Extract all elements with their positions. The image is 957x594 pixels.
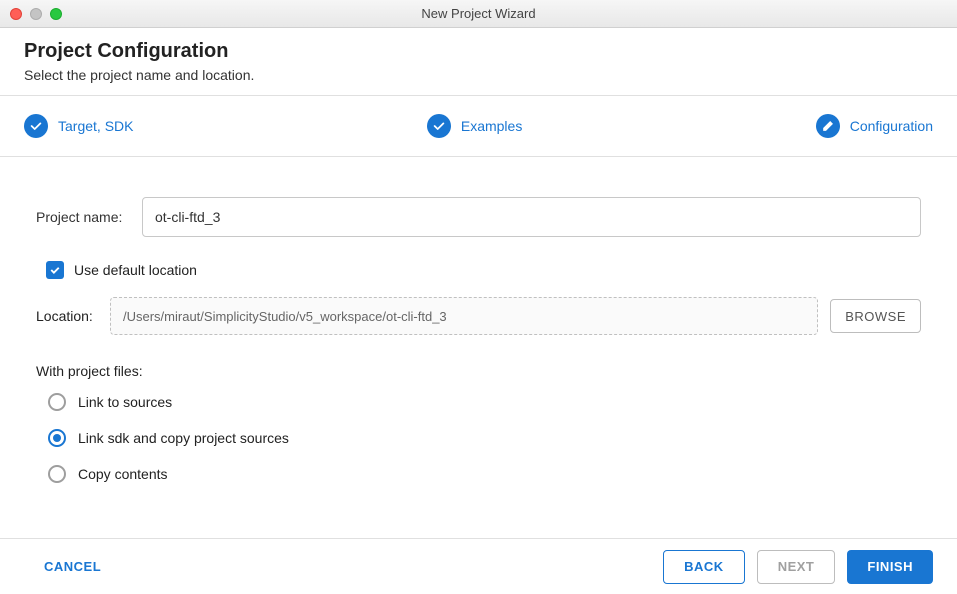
radio-copy-contents[interactable]: Copy contents xyxy=(48,465,921,483)
check-icon xyxy=(24,114,48,138)
project-name-row: Project name: xyxy=(36,197,921,237)
radio-unchecked-icon xyxy=(48,465,66,483)
finish-button[interactable]: FINISH xyxy=(847,550,933,584)
stepper: Target, SDK Examples Configuration xyxy=(0,96,957,157)
back-button[interactable]: BACK xyxy=(663,550,745,584)
page-title: Project Configuration xyxy=(24,40,933,63)
traffic-lights xyxy=(10,8,62,20)
browse-button[interactable]: BROWSE xyxy=(830,299,921,333)
location-label: Location: xyxy=(36,308,98,324)
footer: CANCEL BACK NEXT FINISH xyxy=(0,538,957,594)
checkbox-checked-icon[interactable] xyxy=(46,261,64,279)
location-value: /Users/miraut/SimplicityStudio/v5_worksp… xyxy=(123,309,447,324)
cancel-button[interactable]: CANCEL xyxy=(24,550,121,584)
step-label: Configuration xyxy=(850,118,933,134)
form-area: Project name: Use default location Locat… xyxy=(0,157,957,503)
header: Project Configuration Select the project… xyxy=(0,28,957,96)
pencil-icon xyxy=(816,114,840,138)
page-subtitle: Select the project name and location. xyxy=(24,67,933,83)
use-default-location-row[interactable]: Use default location xyxy=(46,261,921,279)
next-button: NEXT xyxy=(757,550,836,584)
window-title: New Project Wizard xyxy=(10,6,947,21)
step-examples[interactable]: Examples xyxy=(427,114,522,138)
radio-label: Link sdk and copy project sources xyxy=(78,430,289,446)
step-target-sdk[interactable]: Target, SDK xyxy=(24,114,133,138)
project-files-radio-group: Link to sources Link sdk and copy projec… xyxy=(36,393,921,483)
location-row: Location: /Users/miraut/SimplicityStudio… xyxy=(36,297,921,335)
radio-link-sdk-copy[interactable]: Link sdk and copy project sources xyxy=(48,429,921,447)
window-zoom-button[interactable] xyxy=(50,8,62,20)
window-minimize-button[interactable] xyxy=(30,8,42,20)
project-name-input[interactable] xyxy=(142,197,921,237)
with-project-files-label: With project files: xyxy=(36,363,921,379)
radio-checked-icon xyxy=(48,429,66,447)
use-default-location-label: Use default location xyxy=(74,262,197,278)
radio-label: Link to sources xyxy=(78,394,172,410)
titlebar: New Project Wizard xyxy=(0,0,957,28)
step-label: Target, SDK xyxy=(58,118,133,134)
check-icon xyxy=(427,114,451,138)
radio-link-to-sources[interactable]: Link to sources xyxy=(48,393,921,411)
location-input: /Users/miraut/SimplicityStudio/v5_worksp… xyxy=(110,297,818,335)
step-configuration[interactable]: Configuration xyxy=(816,114,933,138)
step-label: Examples xyxy=(461,118,522,134)
project-name-label: Project name: xyxy=(36,209,128,225)
radio-label: Copy contents xyxy=(78,466,168,482)
window-close-button[interactable] xyxy=(10,8,22,20)
radio-unchecked-icon xyxy=(48,393,66,411)
